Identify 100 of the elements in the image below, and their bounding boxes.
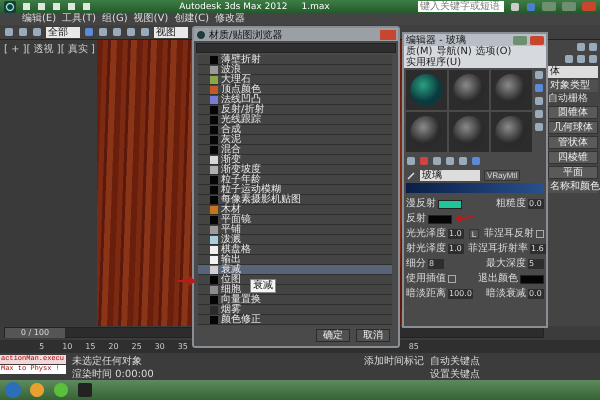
- app-logo[interactable]: [4, 0, 16, 12]
- menu-item[interactable]: 组(G): [102, 14, 128, 24]
- color-swatch[interactable]: [428, 214, 452, 224]
- map-list-item[interactable]: 混合: [198, 145, 392, 155]
- checkbox[interactable]: [448, 275, 456, 283]
- number-field[interactable]: 1.0: [448, 229, 464, 239]
- map-list-item[interactable]: 薄壁折射: [198, 55, 392, 65]
- eyedropper-icon[interactable]: [406, 170, 416, 180]
- close-button[interactable]: [530, 36, 544, 44]
- number-field[interactable]: 5: [528, 259, 544, 269]
- menu-item[interactable]: 导航(N): [436, 46, 472, 57]
- map-name: 法线凹凸: [221, 95, 261, 104]
- viewport-label[interactable]: [ + ][ 透视 ][ 真实 ]: [4, 42, 95, 56]
- lock-button[interactable]: L: [468, 229, 480, 239]
- category-dropdown[interactable]: 体: [548, 66, 598, 78]
- map-name: 顶点颜色: [221, 85, 261, 94]
- map-name: 平面镜: [221, 215, 251, 224]
- coordinate-dropdown[interactable]: 视图: [154, 26, 188, 38]
- number-field[interactable]: 1.6: [530, 244, 546, 254]
- map-list-item[interactable]: 渐变坡度: [198, 165, 392, 175]
- map-list-item[interactable]: 棋盘格: [198, 245, 392, 255]
- menu-item[interactable]: 实用程序(U): [406, 57, 462, 68]
- checkbox[interactable]: [536, 230, 544, 238]
- selection-filter-dropdown[interactable]: 全部: [46, 26, 80, 38]
- dialog-button[interactable]: 取消: [356, 329, 390, 342]
- primitive-button[interactable]: 圆锥体: [548, 106, 598, 119]
- map-list-item[interactable]: 木材: [198, 205, 392, 215]
- material-name-field[interactable]: 玻璃: [420, 170, 480, 181]
- menu-item[interactable]: 编辑(E): [22, 14, 56, 24]
- map-list-item[interactable]: 平铺: [198, 225, 392, 235]
- tooltip: 衰减: [250, 279, 276, 293]
- map-list-item[interactable]: 颜色修正: [198, 315, 392, 325]
- map-list-item[interactable]: 衰减: [198, 265, 392, 275]
- primitive-button[interactable]: 几何球体: [548, 121, 598, 134]
- map-list-item[interactable]: 泼溅: [198, 235, 392, 245]
- map-name: 烟雾: [221, 305, 241, 314]
- number-field[interactable]: 0.0: [528, 289, 544, 299]
- map-name: 位图: [221, 275, 241, 284]
- map-list-item[interactable]: 光线跟踪: [198, 115, 392, 125]
- number-field[interactable]: 100.0: [448, 289, 473, 299]
- number-field[interactable]: 1.0: [448, 244, 464, 254]
- map-name: 反射/折射: [221, 105, 264, 114]
- material-type-button[interactable]: VRayMtl: [484, 170, 520, 181]
- map-name: 大理石: [221, 75, 251, 84]
- app-icon[interactable]: [76, 380, 94, 399]
- menu-item[interactable]: 质(M): [406, 46, 432, 57]
- rollout-header[interactable]: 名称和颜色: [548, 181, 598, 193]
- map-name: 光线跟踪: [221, 115, 261, 124]
- window-title: 编辑器 - 玻璃: [406, 34, 467, 46]
- color-swatch[interactable]: [520, 274, 544, 284]
- frame-tick-label: 25: [132, 342, 142, 352]
- map-list-item[interactable]: 粒子年龄: [198, 175, 392, 185]
- param-label: 射光泽度: [406, 244, 446, 254]
- menu-item[interactable]: 选项(O): [476, 46, 512, 57]
- map-name: 合成: [221, 125, 241, 134]
- map-name: 混合: [221, 145, 241, 154]
- set-key-button[interactable]: 设置关键点: [430, 368, 480, 380]
- map-list-item[interactable]: 烟雾: [198, 305, 392, 315]
- menu-item[interactable]: 创建(C): [174, 14, 210, 24]
- frame-tick-label: 5: [39, 342, 44, 352]
- primitive-button[interactable]: 平面: [548, 166, 598, 179]
- filter-field[interactable]: [196, 43, 396, 53]
- frame-tick-label: 35: [178, 342, 188, 352]
- color-swatch[interactable]: [438, 200, 462, 208]
- rollout-header[interactable]: 对象类型: [548, 80, 598, 92]
- menu-item[interactable]: 修改器: [215, 14, 246, 24]
- menu-item[interactable]: 工具(T): [62, 14, 96, 24]
- param-label: 反射: [406, 214, 426, 224]
- number-field[interactable]: 8: [428, 259, 444, 269]
- map-list-item[interactable]: 大理石: [198, 75, 392, 85]
- frame-counter[interactable]: 0 / 100: [5, 328, 65, 338]
- map-list-item[interactable]: 波浪: [198, 65, 392, 75]
- param-label: 漫反射: [406, 199, 436, 209]
- render-time: 渲染时间 0:00:00: [72, 368, 154, 380]
- param-label: 暗淡距离: [406, 289, 446, 299]
- primitive-button[interactable]: 管状体: [548, 136, 598, 149]
- map-list-item[interactable]: 顶点颜色: [198, 85, 392, 95]
- add-time-tag-button[interactable]: 添加时间标记: [364, 356, 424, 367]
- number-field[interactable]: 0.0: [528, 199, 544, 209]
- map-list-item[interactable]: 法线凹凸: [198, 95, 392, 105]
- auto-key-button[interactable]: 自动关键点: [430, 356, 480, 367]
- map-name: 粒子年龄: [221, 175, 261, 184]
- map-list-item[interactable]: 每像素摄影机贴图: [198, 195, 392, 205]
- map-name: 渐变: [221, 155, 241, 164]
- map-list-item[interactable]: 反射/折射: [198, 105, 392, 115]
- menu-item[interactable]: 视图(V): [134, 14, 168, 24]
- map-list-item[interactable]: 粒子运动模糊: [198, 185, 392, 195]
- map-name: 粒子运动模糊: [221, 185, 281, 194]
- map-list-item[interactable]: 平面镜: [198, 215, 392, 225]
- map-list-item[interactable]: 输出: [198, 255, 392, 265]
- map-list-item[interactable]: 渐变: [198, 155, 392, 165]
- map-list-item[interactable]: 向量置换: [198, 295, 392, 305]
- dialog-button[interactable]: 确定: [316, 329, 350, 342]
- map-list-item[interactable]: 灰泥: [198, 135, 392, 145]
- autogrid-label[interactable]: 自动栅格: [548, 94, 598, 104]
- param-label: 菲涅耳反射: [484, 229, 534, 239]
- map-list-item[interactable]: 合成: [198, 125, 392, 135]
- start-button[interactable]: [4, 380, 22, 399]
- param-label: 菲涅耳折射率: [468, 244, 528, 254]
- primitive-button[interactable]: 四棱锥: [548, 151, 598, 164]
